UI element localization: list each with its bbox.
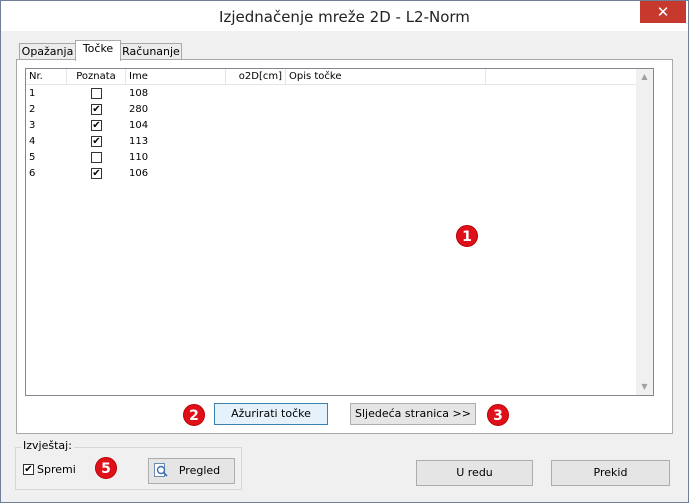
cell-nr: 3 <box>29 120 36 131</box>
cell-ime: 106 <box>129 168 149 179</box>
cell-ime: 280 <box>129 104 149 115</box>
column-header-o2d[interactable]: o2D[cm] <box>226 69 286 84</box>
table-header: Nr. Poznata Ime o2D[cm] Opis točke <box>26 69 653 85</box>
close-button[interactable]: ✕ <box>640 1 686 23</box>
checkmark-icon: ✔ <box>92 168 101 179</box>
dialog-window: Izjednačenje mreže 2D - L2-Norm ✕ Opažan… <box>0 0 689 503</box>
cell-nr: 1 <box>29 88 36 99</box>
marker-1: 1 <box>456 225 478 247</box>
next-page-button[interactable]: Sljedeća stranica >> <box>350 403 476 425</box>
column-header-poznata[interactable]: Poznata <box>67 69 126 84</box>
cancel-button[interactable]: Prekid <box>551 460 670 486</box>
ok-button[interactable]: U redu <box>416 460 533 486</box>
marker-3: 3 <box>487 404 509 426</box>
window-title: Izjednačenje mreže 2D - L2-Norm <box>219 8 470 26</box>
title-bar: Izjednačenje mreže 2D - L2-Norm ✕ <box>1 1 688 31</box>
update-points-button[interactable]: Ažurirati točke <box>214 403 328 425</box>
preview-label: Pregled <box>178 464 221 477</box>
preview-button[interactable]: Pregled <box>148 458 235 484</box>
known-checkbox[interactable]: ✔ <box>91 104 102 115</box>
table-row[interactable]: 5 110 <box>26 150 646 166</box>
cell-ime: 104 <box>129 120 149 131</box>
cell-ime: 113 <box>129 136 149 147</box>
table-row[interactable]: 3 ✔ 104 <box>26 118 646 134</box>
magnifier-page-icon <box>153 462 169 478</box>
tab-panel-tocke: Nr. Poznata Ime o2D[cm] Opis točke 1 108 2… <box>16 59 673 434</box>
vertical-scrollbar[interactable]: ▲ ▼ <box>636 69 653 395</box>
cell-nr: 6 <box>29 168 36 179</box>
tab-tocke[interactable]: Točke <box>75 40 121 61</box>
scroll-down-icon[interactable]: ▼ <box>636 379 653 395</box>
checkmark-icon: ✔ <box>92 136 101 147</box>
table-row[interactable]: 6 ✔ 106 <box>26 166 646 182</box>
save-checkbox[interactable]: ✔ <box>23 464 34 475</box>
column-header-nr[interactable]: Nr. <box>26 69 67 84</box>
known-checkbox[interactable] <box>91 152 102 163</box>
column-header-ime[interactable]: Ime <box>126 69 226 84</box>
scroll-up-icon[interactable]: ▲ <box>636 69 653 85</box>
points-table[interactable]: Nr. Poznata Ime o2D[cm] Opis točke 1 108 2… <box>25 68 654 396</box>
cell-nr: 5 <box>29 152 36 163</box>
known-checkbox[interactable] <box>91 88 102 99</box>
checkmark-icon: ✔ <box>92 104 101 115</box>
cell-ime: 110 <box>129 152 149 163</box>
table-row[interactable]: 1 108 <box>26 86 646 102</box>
cell-nr: 2 <box>29 104 36 115</box>
table-row[interactable]: 4 ✔ 113 <box>26 134 646 150</box>
marker-5: 5 <box>95 457 117 479</box>
checkmark-icon: ✔ <box>24 464 33 475</box>
report-group-label: Izvještaj: <box>21 439 74 452</box>
table-row[interactable]: 2 ✔ 280 <box>26 102 646 118</box>
known-checkbox[interactable]: ✔ <box>91 120 102 131</box>
cell-nr: 4 <box>29 136 36 147</box>
save-label[interactable]: Spremi <box>37 463 76 476</box>
cell-ime: 108 <box>129 88 149 99</box>
column-header-opis[interactable]: Opis točke <box>286 69 486 84</box>
known-checkbox[interactable]: ✔ <box>91 168 102 179</box>
checkmark-icon: ✔ <box>92 120 101 131</box>
marker-2: 2 <box>183 404 205 426</box>
known-checkbox[interactable]: ✔ <box>91 136 102 147</box>
